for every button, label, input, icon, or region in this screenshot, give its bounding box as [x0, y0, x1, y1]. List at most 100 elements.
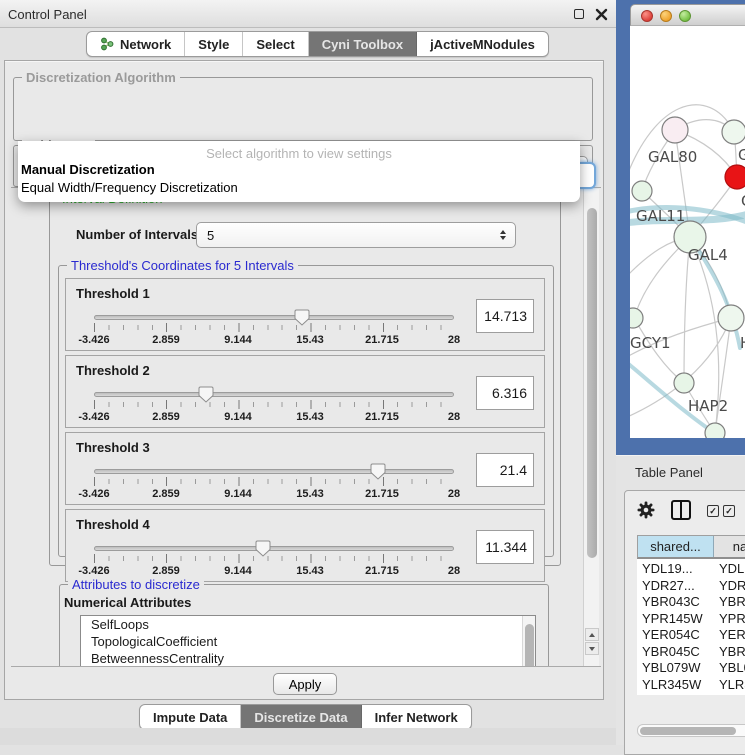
list-item[interactable]: TopologicalCoefficient — [81, 633, 535, 650]
threshold-3-slider-track[interactable] — [94, 469, 454, 474]
tab-cyni-toolbox[interactable]: Cyni Toolbox — [309, 32, 417, 56]
node-label: GAL80 — [648, 148, 697, 166]
cyni-toolbox-panel: Discretization Algorithm Select algorith… — [4, 60, 604, 700]
threshold-2-row: Threshold 2 -3.426 2.859 9.144 — [65, 355, 545, 428]
cyni-bottom-tabs: Impute Data Discretize Data Infer Networ… — [139, 704, 472, 730]
network-canvas[interactable]: GAL80 GA C GAL11 GAL4 GCY1 H HAP2 — [630, 26, 745, 438]
table-row[interactable]: YBR045CYBR0 — [637, 644, 745, 661]
network-node[interactable] — [674, 373, 694, 393]
threshold-3-row: Threshold 3 -3.426 2.859 9.144 — [65, 432, 545, 505]
column-header-shared-name[interactable]: shared... — [638, 536, 714, 557]
attributes-group: Attributes to discretize Numerical Attri… — [59, 584, 549, 667]
network-node[interactable] — [630, 308, 643, 328]
network-window-frame: GAL80 GA C GAL11 GAL4 GCY1 H HAP2 — [616, 0, 745, 455]
tab-impute-data[interactable]: Impute Data — [140, 705, 241, 729]
node-label: C — [741, 192, 745, 210]
node-label: HAP2 — [688, 397, 728, 415]
discretization-algorithm-group: Discretization Algorithm — [13, 77, 593, 141]
network-window-titlebar[interactable] — [630, 4, 745, 26]
spinner-arrows-icon — [500, 230, 506, 240]
tab-network[interactable]: Network — [87, 32, 185, 56]
node-label: GAL4 — [688, 246, 728, 264]
network-node[interactable] — [632, 181, 652, 201]
threshold-3-value-field[interactable]: 21.4 — [476, 453, 534, 487]
table-rows: YDL19...YDL1 YDR27...YDR2 YBR043CYBR0 YP… — [637, 561, 745, 691]
scrollbar-thumb[interactable] — [640, 727, 736, 735]
network-window: GAL80 GA C GAL11 GAL4 GCY1 H HAP2 — [630, 4, 745, 438]
table-row[interactable]: YBL079WYBL0 — [637, 660, 745, 677]
table-row[interactable]: YER054CYER0 — [637, 627, 745, 644]
threshold-1-slider-track[interactable] — [94, 315, 454, 320]
node-table: shared... na YDL19...YDL1 YDR27...YDR2 Y… — [637, 535, 745, 695]
slider-tick-labels: -3.426 2.859 9.144 15.43 21.715 28 — [94, 411, 454, 423]
interval-definition-group: Interval Definition Number of Intervals … — [49, 198, 561, 566]
table-row[interactable]: YDL19...YDL1 — [637, 561, 745, 578]
list-item[interactable]: SelfLoops — [81, 616, 535, 633]
discretization-algorithm-title: Discretization Algorithm — [22, 70, 180, 85]
tab-select[interactable]: Select — [243, 32, 308, 56]
close-traffic-light-icon[interactable] — [641, 10, 653, 22]
network-node[interactable] — [722, 120, 745, 144]
thresholds-group: Threshold's Coordinates for 5 Intervals … — [58, 265, 554, 557]
tab-infer-network[interactable]: Infer Network — [362, 705, 471, 729]
table-row[interactable]: YBR043CYBR0 — [637, 594, 745, 611]
threshold-4-row: Threshold 4 -3.426 2.859 9.144 — [65, 509, 545, 582]
number-of-intervals-combobox[interactable]: 5 — [196, 222, 516, 248]
algorithm-option-prompt[interactable]: Select algorithm to view settings — [18, 146, 580, 161]
node-label: GCY1 — [630, 334, 671, 352]
table-panel-title: Table Panel — [635, 465, 703, 480]
list-item[interactable]: BetweennessCentrality — [81, 650, 535, 667]
numerical-attributes-list: SelfLoops TopologicalCoefficient Between… — [80, 615, 536, 667]
slider-tick-labels: -3.426 2.859 9.144 15.43 21.715 28 — [94, 334, 454, 346]
node-label: GA — [738, 146, 745, 164]
tab-style[interactable]: Style — [185, 32, 243, 56]
settings-scroll-viewport: Interval Definition Number of Intervals … — [11, 187, 601, 667]
table-row[interactable]: YDR27...YDR2 — [637, 578, 745, 595]
algorithm-dropdown-popup: Select algorithm to view settings Manual… — [18, 141, 580, 202]
columns-icon[interactable] — [671, 500, 691, 520]
algorithm-option-equal-width[interactable]: Equal Width/Frequency Discretization — [18, 179, 580, 197]
settings-vertical-scrollbar[interactable] — [583, 189, 599, 667]
zoom-traffic-light-icon[interactable] — [679, 10, 691, 22]
algorithm-combobox[interactable] — [579, 162, 596, 189]
table-horizontal-scrollbar[interactable] — [637, 724, 745, 737]
network-node[interactable] — [662, 117, 688, 143]
float-window-icon[interactable] — [573, 8, 586, 21]
tab-jactivemnodules[interactable]: jActiveMNodules — [417, 32, 548, 56]
scroll-down-button[interactable] — [585, 642, 599, 655]
threshold-2-value-field[interactable]: 6.316 — [476, 376, 534, 410]
node-label: H — [740, 334, 745, 352]
list-scrollbar[interactable] — [522, 616, 535, 667]
network-node[interactable] — [705, 423, 725, 438]
control-panel-titlebar: Control Panel — [0, 0, 616, 28]
attributes-group-title: Attributes to discretize — [68, 577, 204, 592]
table-row[interactable]: YLR345WYLR3 — [637, 677, 745, 692]
network-icon — [100, 37, 114, 51]
close-icon[interactable] — [595, 8, 608, 21]
tab-discretize-data[interactable]: Discretize Data — [241, 705, 361, 729]
table-panel: Table Panel ✓ ✓ sh — [616, 455, 745, 745]
table-row[interactable]: YPR145WYPR1 — [637, 611, 745, 628]
algorithm-option-manual[interactable]: Manual Discretization — [18, 161, 580, 179]
threshold-1-value-field[interactable]: 14.713 — [476, 299, 534, 333]
threshold-4-slider-track[interactable] — [94, 546, 454, 551]
column-header-name[interactable]: na — [714, 536, 745, 557]
number-of-intervals-value: 5 — [207, 228, 214, 243]
scroll-up-button[interactable] — [585, 628, 599, 641]
slider-tick-labels: -3.426 2.859 9.144 15.43 21.715 28 — [94, 565, 454, 577]
scrollbar-thumb[interactable] — [587, 208, 597, 558]
gear-icon[interactable] — [637, 501, 655, 519]
table-toolbar: ✓ ✓ — [625, 491, 745, 531]
apply-button[interactable]: Apply — [273, 673, 337, 695]
checkbox-icon[interactable]: ✓ — [707, 505, 719, 517]
network-node[interactable] — [718, 305, 744, 331]
network-node-red[interactable] — [725, 165, 745, 189]
threshold-2-slider-track[interactable] — [94, 392, 454, 397]
number-of-intervals-label: Number of Intervals — [76, 227, 198, 242]
table-panel-content: ✓ ✓ shared... na YDL19...YDL1 YDR27...YD… — [624, 490, 745, 755]
checkbox-icon[interactable]: ✓ — [723, 505, 735, 517]
minimize-traffic-light-icon[interactable] — [660, 10, 672, 22]
threshold-4-value-field[interactable]: 11.344 — [476, 530, 534, 564]
node-label: GAL11 — [636, 207, 685, 225]
window-footer — [0, 728, 616, 745]
